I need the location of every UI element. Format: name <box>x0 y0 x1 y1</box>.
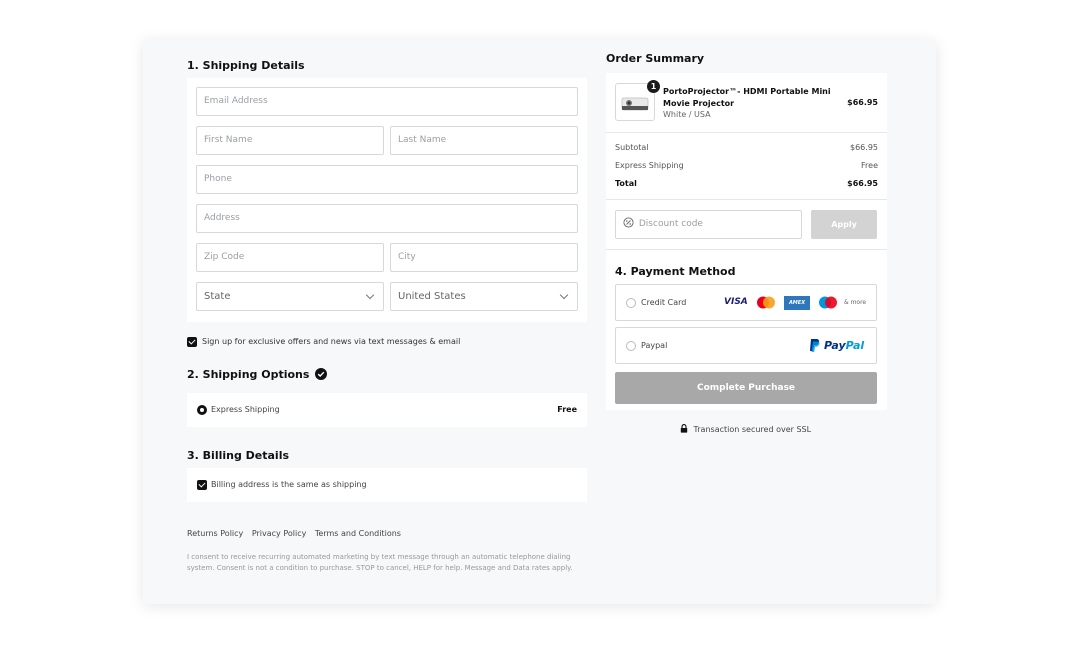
billing-same-checkbox[interactable] <box>197 480 207 490</box>
first-name-placeholder: First Name <box>204 135 253 145</box>
email-placeholder: Email Address <box>204 96 268 106</box>
country-select[interactable]: United States <box>390 282 578 311</box>
country-value: United States <box>398 291 466 302</box>
ssl-label: Transaction secured over SSL <box>693 425 812 434</box>
address-field[interactable]: Address <box>196 204 578 233</box>
state-select[interactable]: State <box>196 282 384 311</box>
paypal-p-icon <box>810 339 820 352</box>
credit-card-radio[interactable] <box>626 298 636 308</box>
check-circle-icon <box>315 368 328 380</box>
last-name-placeholder: Last Name <box>398 135 447 145</box>
shipping-details-heading: 1. Shipping Details <box>187 59 305 72</box>
privacy-policy-link[interactable]: Privacy Policy <box>252 529 307 538</box>
express-shipping-option[interactable]: Express Shipping Free <box>187 393 587 427</box>
maestro-logo <box>819 296 837 309</box>
apply-button[interactable]: Apply <box>811 210 877 239</box>
visa-logo: VISA <box>724 297 748 307</box>
subtotal-value: $66.95 <box>850 143 878 152</box>
chevron-down-icon <box>365 290 375 300</box>
order-summary-heading: Order Summary <box>606 52 705 65</box>
product-price: $66.95 <box>847 98 878 107</box>
last-name-field[interactable]: Last Name <box>390 126 578 155</box>
paypal-logo-pal: Pal <box>845 339 865 352</box>
discount-code-placeholder: Discount code <box>638 219 703 229</box>
product-name: PortoProjector™- HDMI Portable Mini Movi… <box>663 87 831 108</box>
ssl-notice: Transaction secured over SSL <box>680 424 811 434</box>
checkout-card: 1. Shipping Details Email Address First … <box>143 40 936 604</box>
discount-code-field[interactable]: Discount code <box>615 210 802 239</box>
paypal-radio[interactable] <box>626 341 636 351</box>
returns-policy-link[interactable]: Returns Policy <box>187 529 243 538</box>
divider <box>606 132 887 133</box>
shipping-options-heading: 2. Shipping Options <box>187 368 328 381</box>
express-shipping-radio[interactable] <box>197 405 207 415</box>
paypal-logo-pay: Pay <box>824 339 846 352</box>
billing-details-heading: 3. Billing Details <box>187 449 290 462</box>
payment-method-heading: 4. Payment Method <box>615 265 736 278</box>
order-summary-panel: 1 PortoProjector™- HDMI Portable Mini Mo… <box>606 73 887 410</box>
paypal-logo-text: PayPal <box>824 339 864 352</box>
zip-code-placeholder: Zip Code <box>204 252 245 262</box>
paypal-label: Paypal <box>641 341 668 350</box>
lock-icon <box>680 424 688 433</box>
express-shipping-label: Express Shipping <box>211 405 280 414</box>
city-placeholder: City <box>398 252 416 262</box>
shipping-value: Free <box>861 161 878 170</box>
credit-card-label: Credit Card <box>641 298 687 307</box>
zip-code-field[interactable]: Zip Code <box>196 243 384 272</box>
divider <box>606 249 887 250</box>
divider <box>606 199 887 200</box>
consent-text: I consent to receive recurring automated… <box>187 553 573 572</box>
credit-card-option[interactable]: Credit Card VISA AMEX & more <box>615 284 877 321</box>
more-cards-label: & more <box>844 299 867 306</box>
complete-purchase-button[interactable]: Complete Purchase <box>615 372 877 404</box>
subtotal-label: Subtotal <box>615 143 649 152</box>
state-value: State <box>204 291 231 302</box>
first-name-field[interactable]: First Name <box>196 126 384 155</box>
shipping-options-title: 2. Shipping Options <box>187 368 310 381</box>
signup-label: Sign up for exclusive offers and news vi… <box>202 337 461 346</box>
total-label: Total <box>615 179 637 188</box>
signup-checkbox[interactable] <box>187 337 197 347</box>
express-shipping-price: Free <box>557 405 577 414</box>
city-field[interactable]: City <box>390 243 578 272</box>
shipping-form-panel: Email Address First Name Last Name Phone… <box>187 78 587 322</box>
amex-logo: AMEX <box>784 296 810 310</box>
email-field[interactable]: Email Address <box>196 87 578 116</box>
terms-conditions-link[interactable]: Terms and Conditions <box>315 529 401 538</box>
product-variant: White / USA <box>663 110 711 119</box>
chevron-down-icon <box>559 290 569 300</box>
total-value: $66.95 <box>847 179 878 188</box>
phone-placeholder: Phone <box>204 174 232 184</box>
shipping-label: Express Shipping <box>615 161 684 170</box>
paypal-option[interactable]: Paypal PayPal <box>615 327 877 364</box>
mastercard-logo <box>757 296 775 309</box>
footer-links: Returns Policy Privacy Policy Terms and … <box>187 529 407 538</box>
billing-same-label: Billing address is the same as shipping <box>211 480 367 489</box>
phone-field[interactable]: Phone <box>196 165 578 194</box>
address-placeholder: Address <box>204 213 240 223</box>
billing-panel: Billing address is the same as shipping <box>187 468 587 502</box>
discount-tag-icon <box>623 217 634 228</box>
quantity-badge: 1 <box>647 80 660 93</box>
